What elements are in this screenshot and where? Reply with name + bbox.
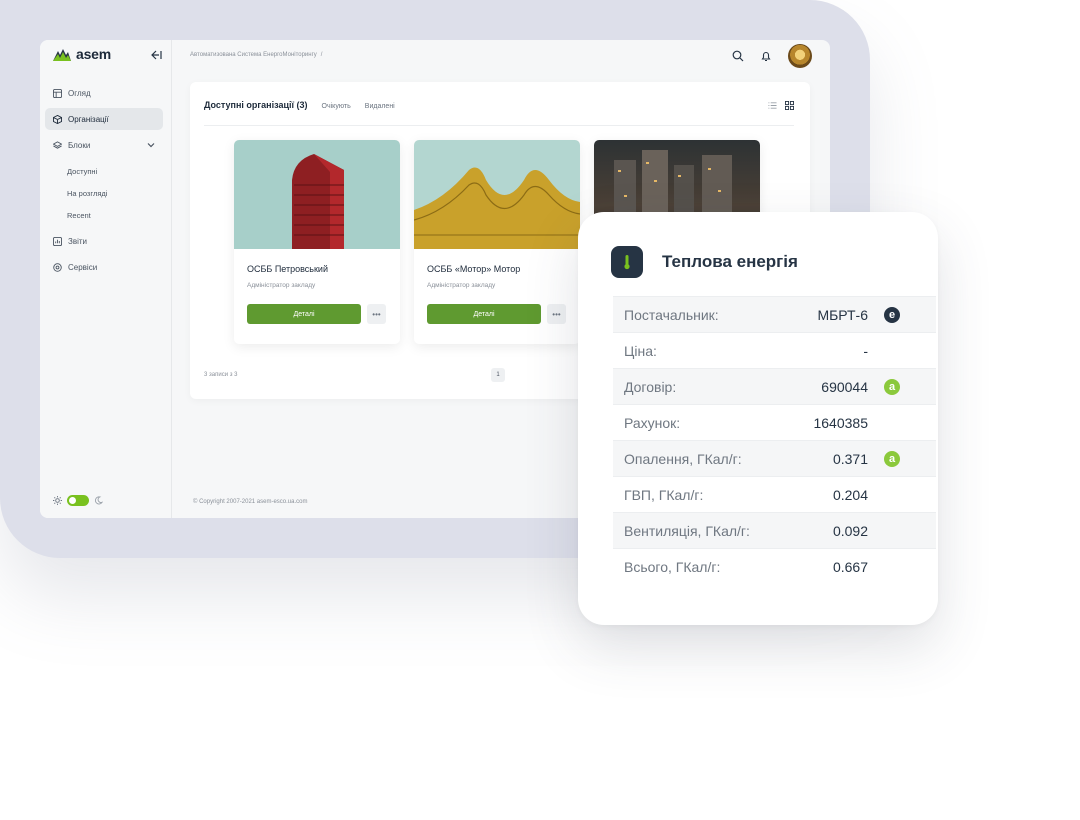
building-illustration [292,154,344,249]
sidebar-item-blocks[interactable]: Блоки [45,134,163,156]
tab-deleted[interactable]: Видалені [365,103,395,110]
card-subtitle: Адміністратор закладу [427,282,496,289]
moon-icon [94,496,103,505]
sidebar-item-label: Огляд [68,88,91,98]
sidebar-item-reports[interactable]: Звіти [45,230,163,252]
row-label: Вентиляція, ГКал/г: [624,522,750,539]
energy-title: Теплова енергія [662,252,798,271]
collapse-sidebar-icon[interactable] [150,49,162,61]
row-value: МБРТ-6 [817,306,868,323]
building-illustration [414,167,580,249]
energy-row-supplier: Постачальник: МБРТ-6 e [613,296,936,332]
theme-toggle [53,495,103,506]
sidebar-item-label: Блоки [68,140,91,150]
row-label: Опалення, ГКал/г: [624,450,742,467]
row-value: 690044 [821,378,868,395]
list-view-icon[interactable] [768,101,777,110]
avatar[interactable] [788,44,812,68]
card-title: ОСББ Петровський [247,264,328,274]
card-subtitle: Адміністратор закладу [247,282,316,289]
organization-card: ОСББ Петровський Адміністратор закладу Д… [234,140,400,344]
grid-view-icon[interactable] [785,101,794,110]
building-image [234,140,400,249]
tabs: Доступні організації (3) Очікують Видале… [204,100,395,110]
stage: asem Огляд Організації Блоки Доступні На… [0,0,1080,820]
layers-icon [53,140,62,149]
row-label: Договір: [624,378,677,395]
row-value: 1640385 [813,414,868,431]
settings-icon [53,262,62,272]
logo-icon [53,49,71,61]
more-options-button[interactable]: ••• [547,304,566,324]
row-value: 0.092 [832,522,868,539]
energy-row-hot-water: ГВП, ГКал/г: 0.204 [613,476,936,512]
card-title: ОСББ «Мотор» Мотор [427,264,521,274]
divider [204,125,794,126]
breadcrumb-item[interactable]: Автоматизована Система ЕнергоМоніторингу [190,52,317,58]
sidebar-subitem-pending[interactable]: На розгляді [45,182,163,204]
energy-row-total: Всього, ГКал/г: 0.667 [613,548,936,584]
topbar-actions [732,44,812,68]
sidebar-item-label: Звіти [68,236,87,246]
tab-available[interactable]: Доступні організації (3) [204,100,308,110]
energy-row-account: Рахунок: 1640385 [613,404,936,440]
supplier-badge-icon: e [884,307,900,323]
row-value: - [863,342,868,359]
sidebar-item-overview[interactable]: Огляд [45,82,163,104]
cube-icon [53,114,62,124]
energy-info-card: Теплова енергія Постачальник: МБРТ-6 e Ц… [578,212,938,625]
status-badge-icon: a [884,379,900,395]
bell-icon[interactable] [760,50,772,62]
status-badge-icon: a [884,451,900,467]
energy-rows: Постачальник: МБРТ-6 e Ціна: - Договір: … [613,296,936,584]
topbar: Автоматизована Система ЕнергоМоніторингу… [172,40,830,72]
sidebar-subitem-available[interactable]: Доступні [45,160,163,182]
sidebar-item-label: Організації [68,114,109,124]
energy-row-price: Ціна: - [613,332,936,368]
pagination-page[interactable]: 1 [491,368,505,382]
sidebar-item-organizations[interactable]: Організації [45,108,163,130]
sidebar-subitem-recent[interactable]: Recent [45,204,163,226]
sidebar-item-services[interactable]: Сервіси [45,256,163,278]
chart-icon [53,236,62,246]
sidebar-item-label: Сервіси [68,262,98,272]
row-label: Ціна: [624,342,657,359]
breadcrumb: Автоматизована Система ЕнергоМоніторингу… [190,52,322,58]
row-label: Рахунок: [624,414,681,431]
row-label: Всього, ГКал/г: [624,558,721,575]
row-value: 0.204 [832,486,868,503]
sidebar: asem Огляд Організації Блоки Доступні На… [40,40,172,518]
layout-icon [53,88,62,98]
sun-icon [53,496,62,505]
organization-card: ОСББ «Мотор» Мотор Адміністратор закладу… [414,140,580,344]
row-value: 0.371 [832,450,868,467]
footer-copyright: © Copyright 2007-2021 asem-esco.ua.com [193,499,308,505]
logo-text: asem [76,46,112,62]
details-button[interactable]: Деталі [427,304,541,324]
more-options-button[interactable]: ••• [367,304,386,324]
records-count: 3 записи з 3 [204,372,238,378]
breadcrumb-separator: / [320,52,323,58]
energy-row-contract: Договір: 690044 a [613,368,936,404]
logo[interactable]: asem [52,46,111,62]
tab-pending[interactable]: Очікують [322,103,351,110]
energy-row-heating: Опалення, ГКал/г: 0.371 a [613,440,936,476]
row-label: Постачальник: [624,306,719,323]
theme-switch[interactable] [67,495,89,506]
building-image [414,140,580,249]
sidebar-nav: Огляд Організації Блоки Доступні На розг… [45,82,163,282]
search-icon[interactable] [732,50,744,62]
details-button[interactable]: Деталі [247,304,361,324]
row-value: 0.667 [832,558,868,575]
row-label: ГВП, ГКал/г: [624,486,704,503]
thermometer-icon [611,246,643,278]
chevron-down-icon [147,143,155,148]
view-toggle [768,101,794,110]
energy-row-ventilation: Вентиляція, ГКал/г: 0.092 [613,512,936,548]
